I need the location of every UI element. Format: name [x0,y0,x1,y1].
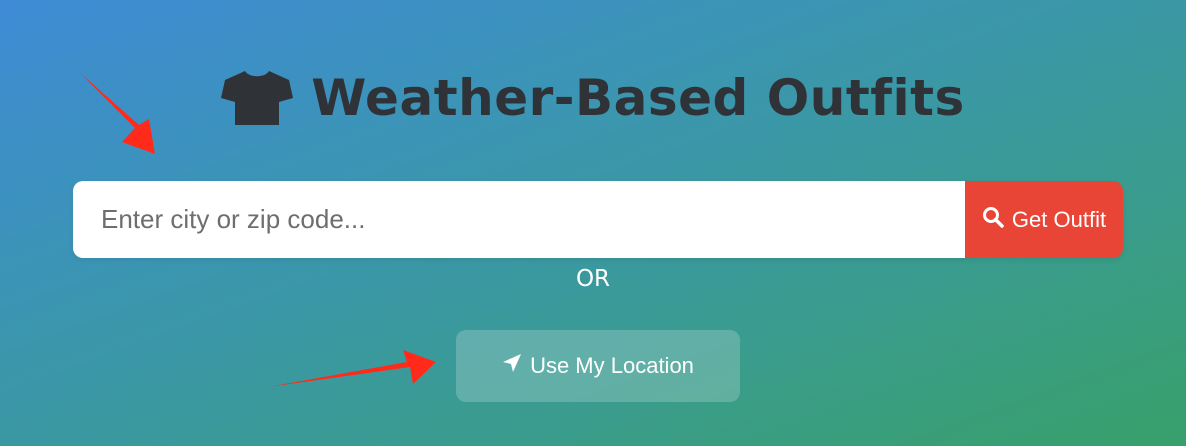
page-header: Weather-Based Outfits [0,62,1186,134]
search-bar: Get Outfit [73,181,1123,258]
search-icon [982,206,1004,234]
page-title: Weather-Based Outfits [311,69,965,127]
get-outfit-button[interactable]: Get Outfit [965,181,1123,258]
use-my-location-button[interactable]: Use My Location [456,330,740,402]
annotation-arrow-icon [268,350,436,387]
location-arrow-icon [502,353,522,379]
use-my-location-label: Use My Location [530,353,694,378]
tshirt-icon [221,69,294,127]
city-search-input[interactable] [73,181,965,258]
or-divider: OR [575,266,611,292]
get-outfit-label: Get Outfit [1011,206,1107,232]
